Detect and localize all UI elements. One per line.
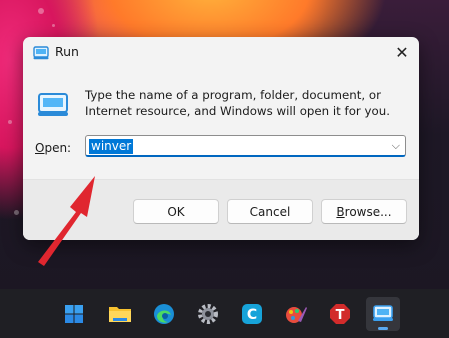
edge-icon[interactable] (147, 297, 181, 331)
svg-text:T: T (336, 308, 345, 323)
c-app-icon[interactable]: C (235, 297, 269, 331)
run-app-icon[interactable] (366, 297, 400, 331)
paint-app-icon[interactable] (279, 297, 313, 331)
t-app-icon[interactable]: T (323, 297, 357, 331)
windows-start-icon[interactable] (57, 297, 91, 331)
svg-text:C: C (247, 307, 257, 323)
taskbar: C T (0, 289, 449, 338)
file-explorer-icon[interactable] (103, 297, 137, 331)
settings-icon[interactable] (191, 297, 225, 331)
annotation-arrow-icon (38, 176, 95, 266)
